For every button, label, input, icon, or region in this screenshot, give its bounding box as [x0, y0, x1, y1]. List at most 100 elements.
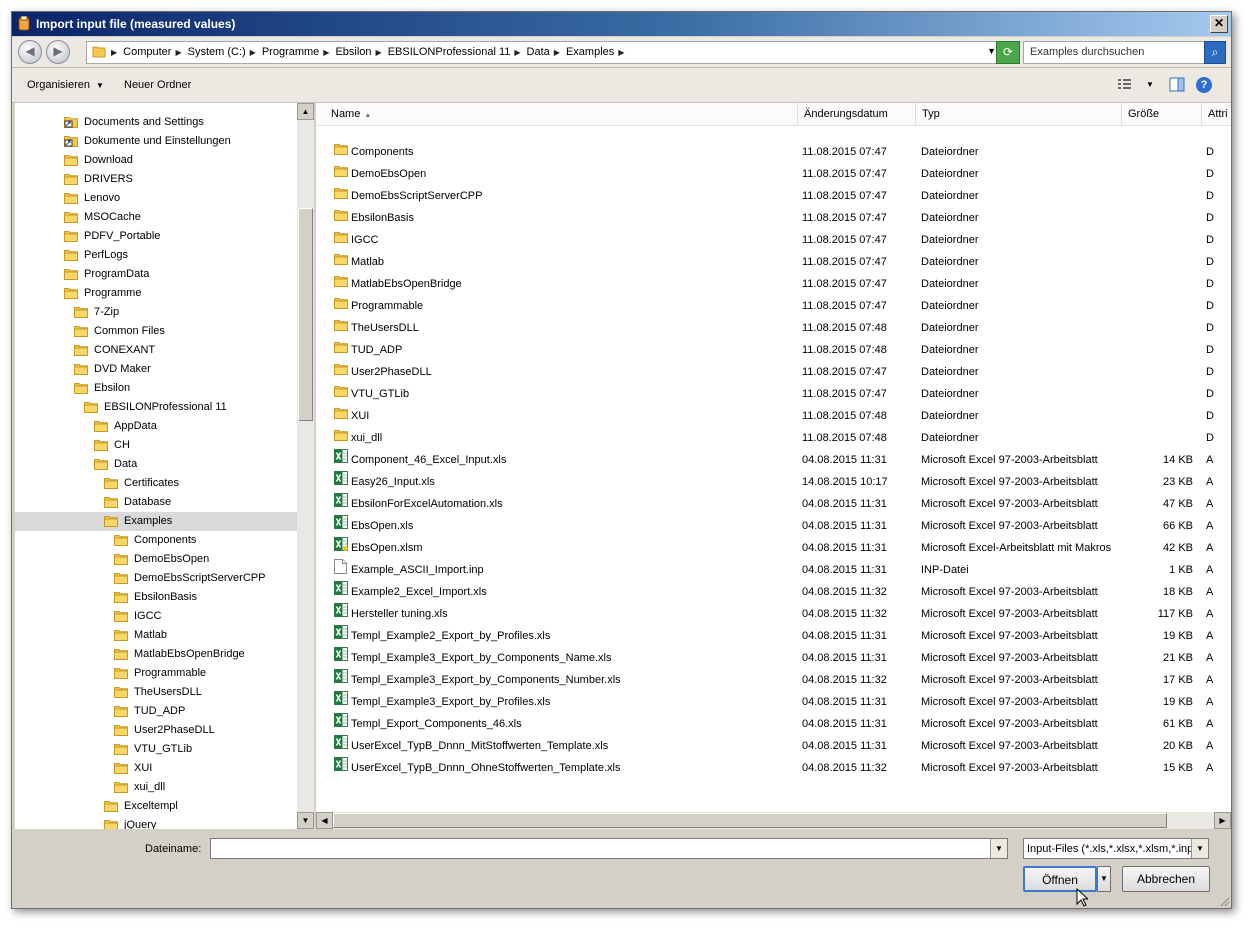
scroll-left-icon[interactable]: ◀ [316, 812, 333, 829]
scroll-right-icon[interactable]: ▶ [1214, 812, 1231, 829]
tree-item[interactable]: XUI [15, 759, 297, 778]
file-row[interactable]: EbsOpen.xls 04.08.2015 11:31 Microsoft Exc… [316, 515, 1231, 537]
file-row[interactable]: Component_46_Excel_Input.xls 04.08.2015 1… [316, 449, 1231, 471]
tree-item[interactable]: CH [15, 436, 297, 455]
new-folder-button[interactable]: Neuer Ordner [124, 79, 191, 91]
column-header-attributes[interactable]: Attri [1202, 103, 1231, 125]
chevron-right-icon[interactable]: ▶ [618, 48, 624, 57]
cancel-button[interactable]: Abbrechen [1122, 866, 1210, 892]
preview-pane-icon[interactable] [1169, 77, 1185, 92]
chevron-down-icon[interactable]: ▼ [1146, 80, 1154, 89]
file-row[interactable]: xui_dll 11.08.2015 07:48 Dateiordner D [316, 427, 1231, 449]
tree-vertical-scrollbar[interactable]: ▲ ▼ [297, 103, 314, 829]
file-row[interactable]: EbsilonBasis 11.08.2015 07:47 Dateiordner D [316, 207, 1231, 229]
help-icon[interactable]: ? [1196, 77, 1212, 93]
chevron-right-icon[interactable]: ▶ [250, 48, 256, 57]
column-header-type[interactable]: Typ [916, 103, 1122, 125]
tree-item[interactable]: ProgramData [15, 265, 297, 284]
tree-item[interactable]: Data [15, 455, 297, 474]
tree-item[interactable]: 7-Zip [15, 303, 297, 322]
chevron-right-icon[interactable]: ▶ [175, 48, 181, 57]
tree-item[interactable]: User2PhaseDLL [15, 721, 297, 740]
search-input[interactable]: Examples durchsuchen [1023, 41, 1205, 64]
tree-item[interactable]: MSOCache [15, 208, 297, 227]
tree-item[interactable]: DemoEbsScriptServerCPP [15, 569, 297, 588]
file-row[interactable]: UserExcel_TypB_Dnnn_OhneStoffwerten_Temp… [316, 757, 1231, 779]
breadcrumb-item[interactable]: Computer [123, 46, 171, 58]
filetype-select[interactable]: Input-Files (*.xls,*.xlsx,*.xlsm,*.inp) … [1023, 838, 1209, 859]
address-bar[interactable]: ▶ Computer ▶ System (C:) ▶ Programme ▶ Ebsilon ▶… [86, 41, 1000, 64]
tree-item[interactable]: DemoEbsOpen [15, 550, 297, 569]
tree-item[interactable]: Certificates [15, 474, 297, 493]
chevron-right-icon[interactable]: ▶ [323, 48, 329, 57]
tree-item[interactable]: TheUsersDLL [15, 683, 297, 702]
column-header-name[interactable]: Name ▲ [316, 103, 798, 125]
file-row[interactable]: Templ_Example3_Export_by_Components_Numb… [316, 669, 1231, 691]
file-row[interactable]: Programmable 11.08.2015 07:47 Dateiordner D [316, 295, 1231, 317]
tree-item[interactable]: Exceltempl [15, 797, 297, 816]
file-row[interactable]: User2PhaseDLL 11.08.2015 07:47 Dateiordner… [316, 361, 1231, 383]
scroll-thumb[interactable] [333, 813, 1167, 828]
chevron-right-icon[interactable]: ▶ [111, 48, 117, 57]
tree-item[interactable]: EbsilonBasis [15, 588, 297, 607]
refresh-icon[interactable]: ⟳ [996, 41, 1020, 64]
tree-item[interactable]: TUD_ADP [15, 702, 297, 721]
breadcrumb-item[interactable]: Programme [262, 46, 319, 58]
breadcrumb-item[interactable]: Data [527, 46, 550, 58]
tree-item[interactable]: jQuery [15, 816, 297, 829]
tree-item[interactable]: PDFV_Portable [15, 227, 297, 246]
file-row[interactable]: TUD_ADP 11.08.2015 07:48 Dateiordner D [316, 339, 1231, 361]
scroll-thumb[interactable] [298, 208, 313, 421]
filename-field[interactable]: ▼ [210, 838, 1008, 859]
file-row[interactable]: Example_ASCII_Import.inp 04.08.2015 11:31… [316, 559, 1231, 581]
scroll-down-icon[interactable]: ▼ [297, 812, 314, 829]
chevron-down-icon[interactable]: ▼ [1191, 839, 1208, 858]
file-row[interactable]: VTU_GTLib 11.08.2015 07:47 Dateiordner D [316, 383, 1231, 405]
tree-item[interactable]: Dokumente und Einstellungen [15, 132, 297, 151]
file-row[interactable]: EbsilonForExcelAutomation.xls 04.08.2015 … [316, 493, 1231, 515]
tree-item[interactable]: MatlabEbsOpenBridge [15, 645, 297, 664]
resize-grip-icon[interactable] [1218, 895, 1230, 907]
file-row[interactable]: MatlabEbsOpenBridge 11.08.2015 07:47 Datei… [316, 273, 1231, 295]
file-row[interactable]: Example2_Excel_Import.xls 04.08.2015 11:3… [316, 581, 1231, 603]
file-row[interactable]: Templ_Export_Components_46.xls 04.08.2015… [316, 713, 1231, 735]
forward-button[interactable]: ▶ [46, 40, 70, 64]
tree-item[interactable]: Database [15, 493, 297, 512]
tree-item[interactable]: Components [15, 531, 297, 550]
organize-menu[interactable]: Organisieren ▼ [27, 79, 104, 91]
list-horizontal-scrollbar[interactable]: ◀ ▶ [316, 812, 1231, 829]
file-row[interactable]: DemoEbsOpen 11.08.2015 07:47 Dateiordner D [316, 163, 1231, 185]
tree-item[interactable]: PerfLogs [15, 246, 297, 265]
breadcrumb-item[interactable]: Examples [566, 46, 614, 58]
breadcrumb-item[interactable]: Ebsilon [335, 46, 371, 58]
tree-item[interactable]: Programme [15, 284, 297, 303]
view-options-icon[interactable] [1117, 77, 1133, 91]
file-row[interactable]: Hersteller tuning.xls 04.08.2015 11:32 Mic… [316, 603, 1231, 625]
open-options-dropdown[interactable]: ▼ [1097, 866, 1111, 892]
tree-item[interactable]: VTU_GTLib [15, 740, 297, 759]
file-row[interactable]: Templ_Example3_Export_by_Profiles.xls 04.… [316, 691, 1231, 713]
back-button[interactable]: ◀ [18, 40, 42, 64]
tree-item[interactable]: IGCC [15, 607, 297, 626]
file-row[interactable]: TheUsersDLL 11.08.2015 07:48 Dateiordner D [316, 317, 1231, 339]
chevron-right-icon[interactable]: ▶ [376, 48, 382, 57]
tree-item[interactable]: EBSILONProfessional 11 [15, 398, 297, 417]
file-row[interactable]: Matlab 11.08.2015 07:47 Dateiordner D [316, 251, 1231, 273]
tree-item[interactable]: DRIVERS [15, 170, 297, 189]
breadcrumb-item[interactable]: System (C:) [188, 46, 246, 58]
file-row[interactable]: Components 11.08.2015 07:47 Dateiordner D [316, 141, 1231, 163]
tree-item[interactable]: Matlab [15, 626, 297, 645]
tree-item[interactable]: Programmable [15, 664, 297, 683]
file-row[interactable]: XUI 11.08.2015 07:48 Dateiordner D [316, 405, 1231, 427]
chevron-right-icon[interactable]: ▶ [554, 48, 560, 57]
file-row[interactable]: EbsOpen.xlsm 04.08.2015 11:31 Microsoft Ex… [316, 537, 1231, 559]
tree-item[interactable]: Ebsilon [15, 379, 297, 398]
tree-item[interactable]: AppData [15, 417, 297, 436]
file-row[interactable]: DemoEbsScriptServerCPP 11.08.2015 07:47 Da… [316, 185, 1231, 207]
tree-item[interactable]: Documents and Settings [15, 113, 297, 132]
tree-item[interactable]: xui_dll [15, 778, 297, 797]
file-row[interactable]: UserExcel_TypB_Dnnn_MitStoffwerten_Templ… [316, 735, 1231, 757]
tree-item[interactable]: Download [15, 151, 297, 170]
column-header-size[interactable]: Größe [1122, 103, 1202, 125]
file-row[interactable]: Easy26_Input.xls 14.08.2015 10:17 Microsof… [316, 471, 1231, 493]
